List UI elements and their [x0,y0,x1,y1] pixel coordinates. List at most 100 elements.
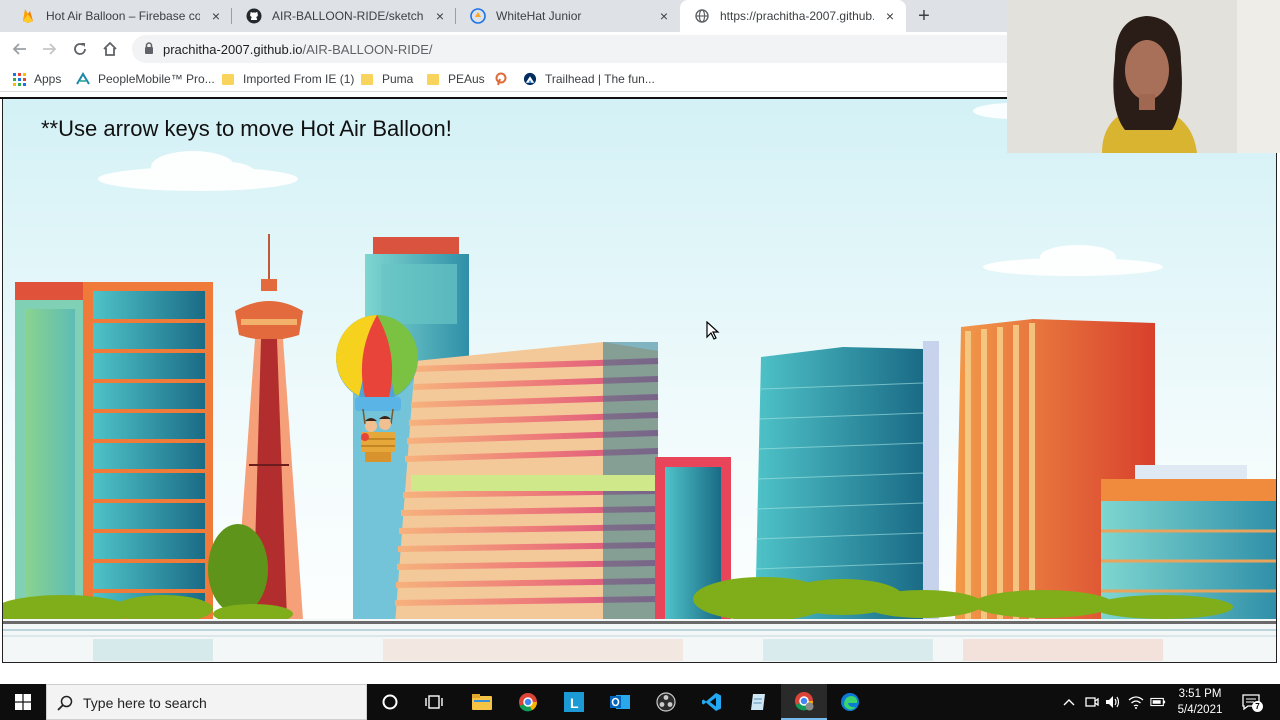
presenter-video [1007,0,1280,153]
cortana-icon [382,694,398,710]
edge-button[interactable] [827,684,873,720]
close-tab-icon[interactable]: × [656,8,672,24]
obs-icon [656,692,676,712]
bookmark-trailhead[interactable]: Trailhead | The fun... [523,69,655,89]
clock-date: 5/4/2021 [1177,704,1223,716]
building-left [15,282,213,622]
bookmark-peaus[interactable]: PEAus [426,69,485,89]
task-view-button[interactable] [411,684,457,720]
tab-firebase[interactable]: Hot Air Balloon – Firebase consol × [6,0,232,32]
notepad-icon [751,694,765,710]
mouse-cursor-icon [706,321,720,340]
home-button[interactable] [99,38,121,60]
globe-icon [694,8,710,24]
show-hidden-icons-button[interactable] [1061,694,1077,710]
page-viewport: **Use arrow keys to move Hot Air Balloon… [0,97,1280,663]
url-path: /AIR-BALLOON-RIDE/ [302,42,433,57]
tab-title: WhiteHat Junior [496,9,582,23]
task-view-icon [425,695,443,709]
clock-time: 3:51 PM [1178,688,1222,700]
peoplemobile-icon [76,72,90,86]
tab-title: https://prachitha-2007.github.io/ [720,9,874,23]
file-explorer-icon [472,694,492,710]
windows-taskbar: Type here to search L 3:51 PM 5/4/2021 7 [0,684,1280,720]
whitehat-icon [470,8,486,24]
taskbar-search-box[interactable]: Type here to search [46,684,367,720]
meet-now-icon [1085,697,1099,707]
bookmark-label: PEAus [448,72,485,86]
vscode-icon [702,693,721,711]
game-canvas[interactable]: **Use arrow keys to move Hot Air Balloon… [2,99,1277,663]
tray-network[interactable] [1128,694,1144,710]
lync-icon: L [564,692,584,712]
bookmark-label: PeopleMobile™ Pro... [98,72,215,86]
cortana-button[interactable] [367,684,413,720]
folder-icon [221,72,235,86]
lock-icon [144,42,154,60]
bookmark-label: Puma [382,72,414,86]
pinterest-icon [494,72,508,86]
vscode-button[interactable] [689,684,735,720]
chrome-icon [519,693,538,712]
tab-active-balloon[interactable]: https://prachitha-2007.github.io/ × [680,0,906,32]
forward-button[interactable] [38,38,60,60]
volume-icon [1106,696,1120,708]
search-placeholder: Type here to search [83,695,207,711]
address-bar[interactable]: prachitha-2007.github.io/AIR-BALLOON-RID… [132,35,1032,63]
file-explorer-button[interactable] [459,684,505,720]
folder-icon [426,72,440,86]
tray-meet-now[interactable] [1084,694,1100,710]
obs-button[interactable] [643,684,689,720]
city-skyline-background [3,99,1276,662]
url-text: prachitha-2007.github.io/AIR-BALLOON-RID… [163,42,433,57]
chrome-active-button[interactable] [781,684,827,720]
home-icon [103,41,117,56]
tab-title: AIR-BALLOON-RIDE/sketch.js at [272,9,424,23]
chrome-button[interactable] [505,684,551,720]
edge-icon [841,693,859,711]
bookmark-puma[interactable]: Puma [360,69,413,89]
action-center-button[interactable]: 7 [1240,692,1263,712]
url-host: prachitha-2007.github.io [163,42,303,57]
close-tab-icon[interactable]: × [208,8,224,24]
search-icon [57,695,73,711]
tab-title: Hot Air Balloon – Firebase consol [46,9,200,23]
firebase-icon [20,8,36,24]
battery-icon [1150,697,1166,707]
chevron-up-icon [1063,699,1075,706]
bookmark-label: Imported From IE (1) [243,72,355,86]
reload-button[interactable] [69,38,91,60]
back-button[interactable] [9,38,31,60]
screen: Hot Air Balloon – Firebase consol × AIR-… [0,0,1280,720]
tab-github[interactable]: AIR-BALLOON-RIDE/sketch.js at × [232,0,456,32]
new-tab-button[interactable]: + [914,6,934,26]
windows-logo-icon [15,694,31,710]
notepad-button[interactable] [735,684,781,720]
back-arrow-icon [12,43,26,55]
close-tab-icon[interactable]: × [882,8,898,24]
chrome-active-icon [795,692,814,711]
instructions-text: **Use arrow keys to move Hot Air Balloon… [41,116,452,141]
bookmark-pinterest[interactable] [494,69,516,89]
github-icon [246,8,262,24]
outlook-icon [610,695,630,709]
apps-grid-icon [12,72,26,86]
svg-text:L: L [570,695,579,711]
lync-button[interactable]: L [551,684,597,720]
tab-whitehat[interactable]: WhiteHat Junior × [456,0,680,32]
reload-icon [74,43,86,55]
forward-arrow-icon [43,43,57,55]
tray-battery[interactable] [1150,694,1166,710]
bookmark-imported-ie[interactable]: Imported From IE (1) [221,69,354,89]
bookmark-peoplemobile[interactable]: PeopleMobile™ Pro... [76,69,215,89]
notification-badge: 7 [1252,701,1263,712]
bookmark-apps[interactable]: Apps [12,69,61,89]
outlook-button[interactable] [597,684,643,720]
start-button[interactable] [0,684,46,720]
taskbar-clock[interactable]: 3:51 PM 5/4/2021 [1172,686,1228,718]
tray-volume[interactable] [1105,694,1121,710]
folder-icon [360,72,374,86]
bookmark-label: Trailhead | The fun... [545,72,655,86]
close-tab-icon[interactable]: × [432,8,448,24]
webcam-overlay [1007,0,1280,153]
